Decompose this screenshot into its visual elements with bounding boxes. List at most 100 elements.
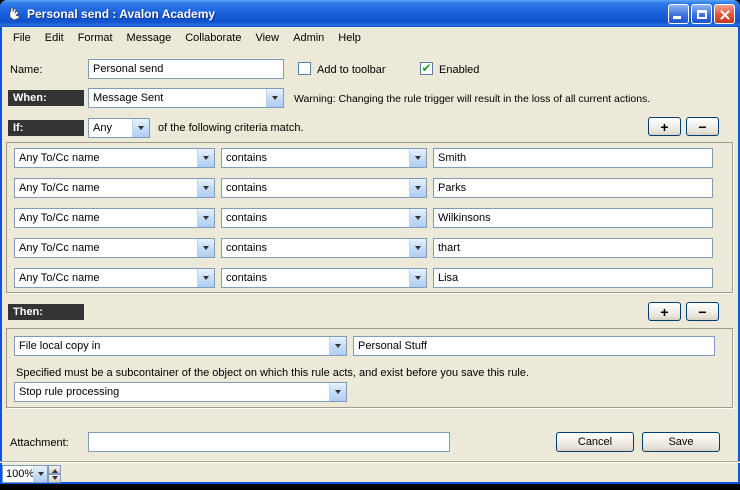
- action-note: Specified must be a subcontainer of the …: [16, 367, 529, 379]
- criteria-value-input[interactable]: [433, 148, 713, 168]
- check-icon: ✔: [421, 63, 431, 74]
- status-separator: [0, 461, 740, 463]
- criteria-operator-value: contains: [226, 152, 267, 164]
- maximize-icon: [697, 10, 707, 19]
- menu-help[interactable]: Help: [331, 29, 368, 47]
- window-title: Personal send : Avalon Academy: [27, 7, 215, 21]
- menu-message[interactable]: Message: [120, 29, 179, 47]
- criteria-field-select[interactable]: Any To/Cc name: [14, 208, 215, 228]
- enabled-label: Enabled: [439, 64, 479, 76]
- chevron-down-icon: [409, 179, 426, 197]
- menu-admin[interactable]: Admin: [286, 29, 331, 47]
- criteria-value-input[interactable]: [433, 238, 713, 258]
- add-criteria-button[interactable]: +: [648, 117, 681, 136]
- if-match-select[interactable]: Any: [88, 118, 150, 138]
- criteria-operator-value: contains: [226, 212, 267, 224]
- criteria-value-input[interactable]: [433, 208, 713, 228]
- cancel-button[interactable]: Cancel: [556, 432, 634, 452]
- menu-format[interactable]: Format: [71, 29, 120, 47]
- action-select[interactable]: File local copy in: [14, 336, 347, 356]
- chevron-down-icon: [409, 239, 426, 257]
- menu-view[interactable]: View: [248, 29, 286, 47]
- criteria-field-value: Any To/Cc name: [19, 272, 100, 284]
- criteria-operator-value: contains: [226, 272, 267, 284]
- criteria-operator-select[interactable]: contains: [221, 178, 427, 198]
- rule-editor-window: Personal send : Avalon Academy File Edit…: [0, 0, 740, 484]
- criteria-operator-select[interactable]: contains: [221, 268, 427, 288]
- chevron-down-icon: [329, 383, 346, 401]
- minimize-icon: [673, 16, 681, 19]
- criteria-field-select[interactable]: Any To/Cc name: [14, 178, 215, 198]
- criteria-group: Any To/Cc name contains Any To/Cc name c…: [6, 142, 733, 293]
- criteria-field-value: Any To/Cc name: [19, 212, 100, 224]
- remove-criteria-button[interactable]: −: [686, 117, 719, 136]
- menu-bar: File Edit Format Message Collaborate Vie…: [2, 27, 738, 48]
- chevron-down-icon: [266, 89, 283, 107]
- chevron-down-icon: [197, 209, 214, 227]
- action-select-value: File local copy in: [19, 340, 100, 352]
- close-button[interactable]: [714, 4, 735, 24]
- menu-collaborate[interactable]: Collaborate: [178, 29, 248, 47]
- zoom-select[interactable]: 100%: [2, 465, 48, 483]
- chevron-down-icon: [197, 179, 214, 197]
- spin-down-button[interactable]: [48, 474, 61, 483]
- add-action-button[interactable]: +: [648, 302, 681, 321]
- enabled-checkbox[interactable]: ✔: [420, 62, 433, 75]
- rule-icon: [6, 6, 23, 22]
- attachment-input[interactable]: [88, 432, 450, 452]
- criteria-field-select[interactable]: Any To/Cc name: [14, 148, 215, 168]
- criteria-operator-value: contains: [226, 242, 267, 254]
- criteria-operator-select[interactable]: contains: [221, 238, 427, 258]
- action2-select[interactable]: Stop rule processing: [14, 382, 347, 402]
- zoom-spinner: [48, 465, 61, 483]
- criteria-field-select[interactable]: Any To/Cc name: [14, 268, 215, 288]
- chevron-up-icon: [52, 466, 58, 473]
- spin-up-button[interactable]: [48, 465, 61, 474]
- when-select-value: Message Sent: [93, 92, 163, 104]
- chevron-down-icon: [33, 466, 47, 482]
- criteria-field-select[interactable]: Any To/Cc name: [14, 238, 215, 258]
- save-button[interactable]: Save: [642, 432, 720, 452]
- criteria-value-input[interactable]: [433, 268, 713, 288]
- add-to-toolbar-label: Add to toolbar: [317, 64, 386, 76]
- attachment-label: Attachment:: [10, 437, 69, 449]
- zoom-value: 100%: [6, 468, 34, 480]
- menu-file[interactable]: File: [6, 29, 38, 47]
- maximize-button[interactable]: [691, 4, 712, 24]
- chevron-down-icon: [329, 337, 346, 355]
- criteria-operator-select[interactable]: contains: [221, 208, 427, 228]
- chevron-down-icon: [409, 149, 426, 167]
- when-select[interactable]: Message Sent: [88, 88, 284, 108]
- caption-buttons: [668, 4, 735, 24]
- screen: Personal send : Avalon Academy File Edit…: [0, 0, 740, 490]
- criteria-field-value: Any To/Cc name: [19, 152, 100, 164]
- action-target-input[interactable]: [353, 336, 715, 356]
- action2-select-value: Stop rule processing: [19, 386, 119, 398]
- chevron-down-icon: [409, 209, 426, 227]
- criteria-field-value: Any To/Cc name: [19, 242, 100, 254]
- when-tag: When:: [8, 90, 84, 106]
- minimize-button[interactable]: [668, 4, 689, 24]
- chevron-down-icon: [197, 239, 214, 257]
- actions-group: File local copy in Specified must be a s…: [6, 328, 733, 408]
- if-suffix-label: of the following criteria match.: [158, 122, 304, 134]
- name-label: Name:: [10, 64, 42, 76]
- criteria-operator-value: contains: [226, 182, 267, 194]
- when-warning: Warning: Changing the rule trigger will …: [294, 93, 650, 105]
- chevron-down-icon: [52, 476, 58, 483]
- menu-edit[interactable]: Edit: [38, 29, 71, 47]
- chevron-down-icon: [197, 149, 214, 167]
- name-input[interactable]: [88, 59, 284, 79]
- add-to-toolbar-checkbox[interactable]: [298, 62, 311, 75]
- if-match-value: Any: [93, 122, 112, 134]
- criteria-operator-select[interactable]: contains: [221, 148, 427, 168]
- criteria-value-input[interactable]: [433, 178, 713, 198]
- title-bar[interactable]: Personal send : Avalon Academy: [0, 0, 740, 27]
- chevron-down-icon: [409, 269, 426, 287]
- chevron-down-icon: [197, 269, 214, 287]
- chevron-down-icon: [132, 119, 149, 137]
- then-tag: Then:: [8, 304, 84, 320]
- criteria-field-value: Any To/Cc name: [19, 182, 100, 194]
- remove-action-button[interactable]: −: [686, 302, 719, 321]
- if-tag: If:: [8, 120, 84, 136]
